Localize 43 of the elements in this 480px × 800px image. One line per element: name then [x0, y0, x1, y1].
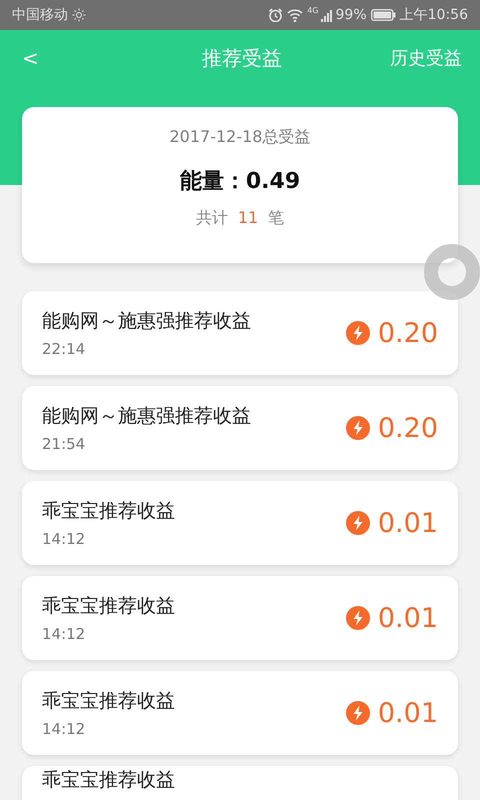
income-title: 能购网～施惠强推荐收益	[42, 404, 252, 429]
income-title: 能购网～施惠强推荐收益	[42, 309, 252, 334]
alarm-icon	[268, 8, 284, 22]
clock-time: 上午10:56	[400, 6, 468, 24]
income-title: 乖宝宝推荐收益	[42, 499, 176, 524]
income-time: 21:54	[42, 435, 86, 453]
income-card[interactable]: 乖宝宝推荐收益	[22, 766, 458, 800]
income-title: 乖宝宝推荐收益	[42, 689, 176, 714]
lightning-icon	[346, 701, 370, 725]
lightning-icon	[346, 511, 370, 535]
income-amount: 0.01	[378, 508, 438, 538]
sun-icon	[72, 8, 86, 22]
page-title: 推荐受益	[202, 44, 282, 72]
income-amount: 0.01	[378, 698, 438, 728]
income-time: 14:12	[42, 720, 86, 738]
income-time: 22:14	[42, 340, 86, 358]
count-suffix: 笔	[268, 208, 284, 229]
record-count: 11	[238, 208, 258, 229]
income-time: 14:12	[42, 530, 86, 548]
income-amount: 0.20	[378, 412, 438, 444]
lightning-icon	[346, 606, 370, 630]
income-title: 乖宝宝推荐收益	[42, 594, 176, 619]
lightning-icon	[346, 321, 370, 345]
income-time: 14:12	[42, 625, 86, 643]
income-amount: 0.20	[378, 318, 438, 348]
income-card[interactable]: 能购网～施惠强推荐收益 22:14 0.20	[22, 291, 458, 375]
wifi-icon	[287, 8, 304, 22]
network-type: 4G	[307, 6, 319, 15]
income-card[interactable]: 能购网～施惠强推荐收益 21:54 0.20	[22, 386, 458, 470]
income-title: 乖宝宝推荐收益	[42, 770, 176, 791]
battery-percent: 99%	[336, 7, 367, 23]
income-card[interactable]: 乖宝宝推荐收益 14:12 0.01	[22, 576, 458, 660]
energy-total: 0.49	[246, 169, 300, 194]
energy-label: 能量：	[180, 168, 246, 196]
carrier-name: 中国移动	[12, 6, 68, 24]
lightning-icon	[346, 416, 370, 440]
signal-icon	[320, 8, 332, 22]
count-prefix: 共计	[196, 208, 228, 229]
date-label: 2017-12-18总受益	[170, 127, 310, 148]
battery-icon	[370, 9, 396, 21]
income-card[interactable]: 乖宝宝推荐收益 14:12 0.01	[22, 671, 458, 755]
income-amount: 0.01	[378, 602, 438, 634]
income-card[interactable]: 乖宝宝推荐收益 14:12 0.01	[22, 481, 458, 565]
